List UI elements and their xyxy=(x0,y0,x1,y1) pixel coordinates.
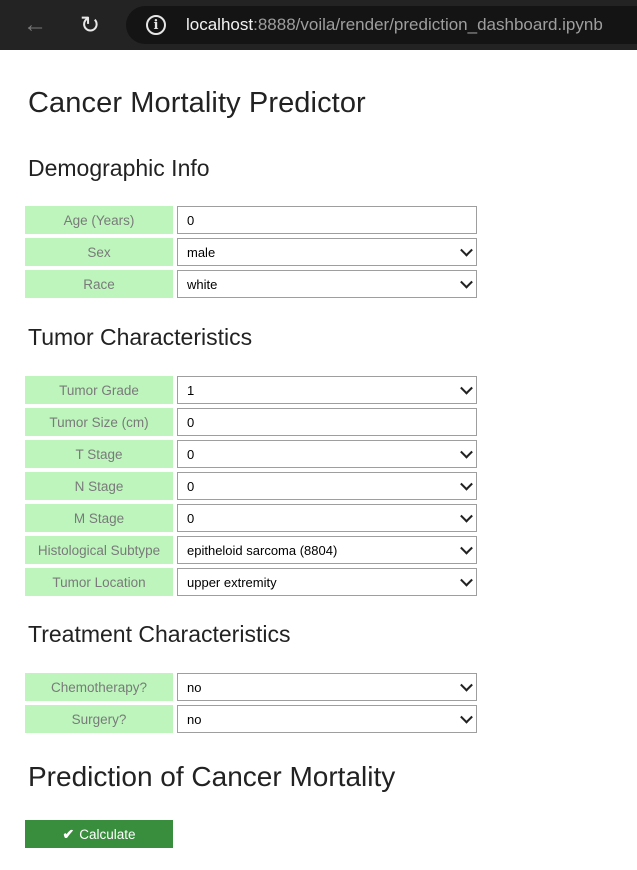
field-label-n-stage: N Stage xyxy=(25,472,173,500)
section-title-demographic: Demographic Info xyxy=(28,155,210,181)
surgery-select[interactable]: no xyxy=(177,705,477,733)
t-stage-select[interactable]: 0 xyxy=(177,440,477,468)
chevron-down-icon xyxy=(460,541,473,555)
chevron-down-icon xyxy=(460,477,473,491)
field-label-histological-subtype: Histological Subtype xyxy=(25,536,173,564)
back-icon[interactable]: ← xyxy=(18,8,52,42)
field-row-chemotherapy: Chemotherapy? no xyxy=(25,673,477,701)
section-title-tumor: Tumor Characteristics xyxy=(28,324,253,350)
tumor-size-value: 0 xyxy=(187,414,195,430)
chevron-down-icon xyxy=(460,710,473,724)
field-row-surgery: Surgery? no xyxy=(25,705,477,733)
chevron-down-icon xyxy=(460,445,473,459)
field-row-tumor-location: Tumor Location upper extremity xyxy=(25,568,477,596)
field-row-tumor-grade: Tumor Grade 1 xyxy=(25,376,477,404)
field-label-t-stage: T Stage xyxy=(25,440,173,468)
info-icon[interactable]: i xyxy=(146,15,166,35)
age-input[interactable]: 0 xyxy=(177,206,477,234)
race-select[interactable]: white xyxy=(177,270,477,298)
histological-subtype-select[interactable]: epitheloid sarcoma (8804) xyxy=(177,536,477,564)
field-row-age: Age (Years) 0 xyxy=(25,206,477,234)
section-title-treatment: Treatment Characteristics xyxy=(28,621,291,647)
field-row-histological-subtype: Histological Subtype epitheloid sarcoma … xyxy=(25,536,477,564)
sex-select[interactable]: male xyxy=(177,238,477,266)
histological-subtype-value: epitheloid sarcoma (8804) xyxy=(187,542,338,558)
field-row-n-stage: N Stage 0 xyxy=(25,472,477,500)
calculate-button-label: Calculate xyxy=(79,826,136,842)
chemotherapy-value: no xyxy=(187,679,202,695)
field-row-race: Race white xyxy=(25,270,477,298)
url-path: :8888/voila/render/prediction_dashboard.… xyxy=(253,15,603,34)
browser-toolbar: ← ↻ i localhost:8888/voila/render/predic… xyxy=(0,0,637,50)
chevron-down-icon xyxy=(460,243,473,257)
n-stage-select[interactable]: 0 xyxy=(177,472,477,500)
field-label-m-stage: M Stage xyxy=(25,504,173,532)
field-label-tumor-size: Tumor Size (cm) xyxy=(25,408,173,436)
chevron-down-icon xyxy=(460,381,473,395)
field-label-surgery: Surgery? xyxy=(25,705,173,733)
field-label-chemotherapy: Chemotherapy? xyxy=(25,673,173,701)
field-row-tumor-size: Tumor Size (cm) 0 xyxy=(25,408,477,436)
field-row-m-stage: M Stage 0 xyxy=(25,504,477,532)
age-value: 0 xyxy=(187,212,195,228)
chevron-down-icon xyxy=(460,573,473,587)
tumor-grade-select[interactable]: 1 xyxy=(177,376,477,404)
check-icon: ✔ xyxy=(62,825,75,842)
chemotherapy-select[interactable]: no xyxy=(177,673,477,701)
sex-value: male xyxy=(187,244,216,260)
section-title-prediction: Prediction of Cancer Mortality xyxy=(28,761,396,792)
url-host: localhost xyxy=(186,15,254,34)
surgery-value: no xyxy=(187,711,202,727)
race-value: white xyxy=(187,276,218,292)
m-stage-select[interactable]: 0 xyxy=(177,504,477,532)
field-label-tumor-grade: Tumor Grade xyxy=(25,376,173,404)
field-label-age: Age (Years) xyxy=(25,206,173,234)
t-stage-value: 0 xyxy=(187,446,195,462)
m-stage-value: 0 xyxy=(187,510,195,526)
tumor-location-value: upper extremity xyxy=(187,574,277,590)
chevron-down-icon xyxy=(460,678,473,692)
field-label-tumor-location: Tumor Location xyxy=(25,568,173,596)
tumor-location-select[interactable]: upper extremity xyxy=(177,568,477,596)
chevron-down-icon xyxy=(460,275,473,289)
field-row-sex: Sex male xyxy=(25,238,477,266)
address-bar[interactable]: i localhost:8888/voila/render/prediction… xyxy=(126,6,637,44)
field-label-race: Race xyxy=(25,270,173,298)
page-title: Cancer Mortality Predictor xyxy=(28,87,366,119)
tumor-size-input[interactable]: 0 xyxy=(177,408,477,436)
chevron-down-icon xyxy=(460,509,473,523)
calculate-button[interactable]: ✔ Calculate xyxy=(25,820,173,848)
reload-icon[interactable]: ↻ xyxy=(73,8,107,42)
field-label-sex: Sex xyxy=(25,238,173,266)
tumor-grade-value: 1 xyxy=(187,382,195,398)
field-row-t-stage: T Stage 0 xyxy=(25,440,477,468)
n-stage-value: 0 xyxy=(187,478,195,494)
